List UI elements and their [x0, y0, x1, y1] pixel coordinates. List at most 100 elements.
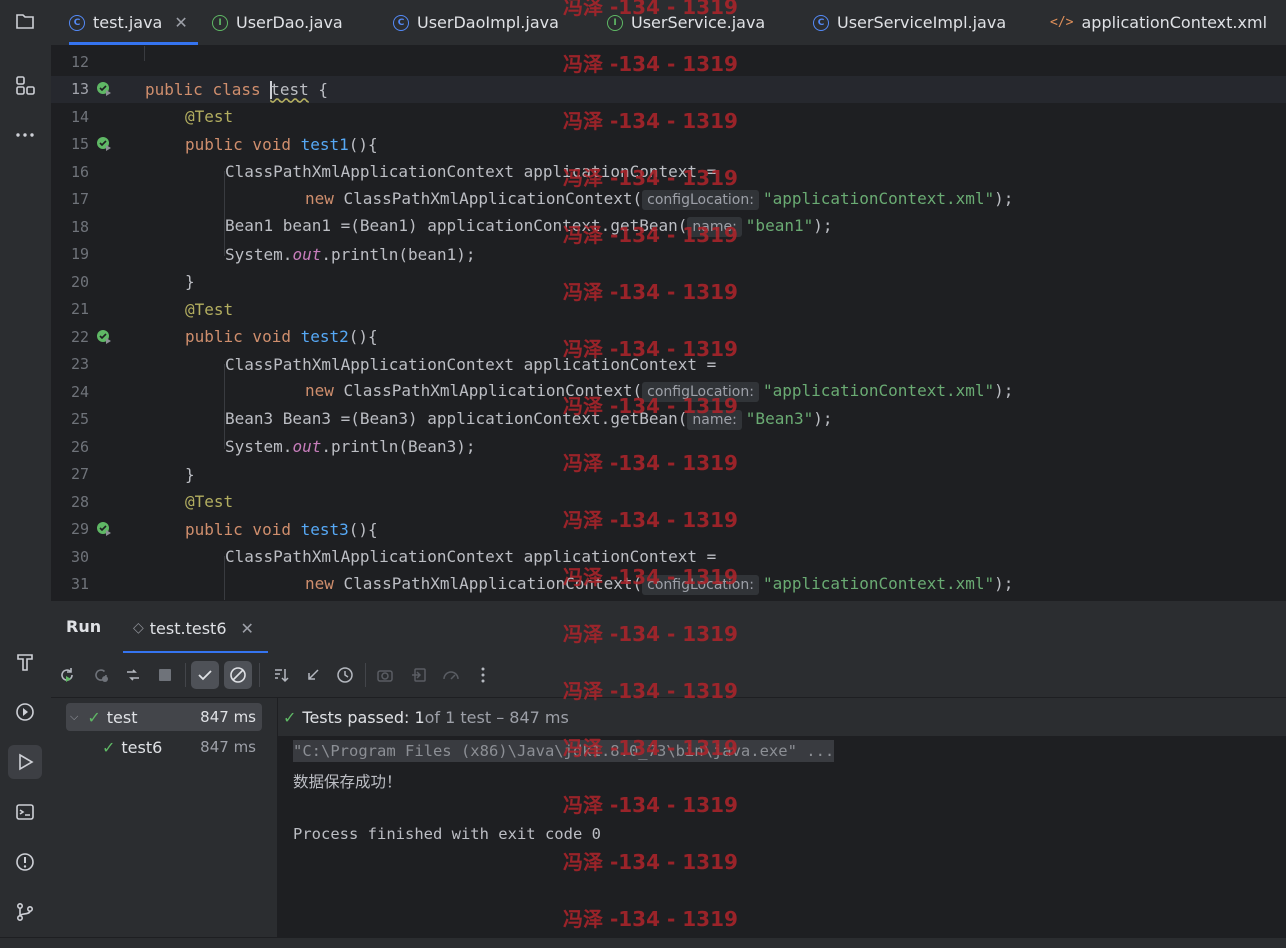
- close-icon[interactable]: ✕: [241, 619, 254, 638]
- field-name: out: [292, 437, 322, 457]
- line-number: 29: [70, 520, 89, 539]
- code-text: System.: [225, 244, 293, 264]
- parameter-hint: configLocation:: [642, 574, 759, 595]
- show-passed-icon[interactable]: [191, 661, 219, 689]
- close-icon[interactable]: ✕: [174, 13, 187, 32]
- keyword: class: [212, 79, 261, 99]
- tab-label: UserService.java: [631, 13, 766, 32]
- toolbar-separator: [365, 663, 366, 687]
- run-tab[interactable]: ◇ test.test6 ✕: [133, 609, 254, 647]
- tree-item-label: test: [106, 707, 138, 727]
- test-history-icon[interactable]: [331, 661, 359, 689]
- test-results-tree: ⌵ ✓ test 847 ms ✓ test6 847 ms: [51, 698, 278, 938]
- class-icon: C: [393, 14, 409, 31]
- line-number: 12: [70, 52, 89, 71]
- camera-icon[interactable]: [371, 661, 399, 689]
- editor-tab-bar: C test.java ✕ I UserDao.java C UserDaoIm…: [51, 0, 1286, 46]
- tab-test-java[interactable]: C test.java ✕: [69, 0, 198, 45]
- code-text: }: [185, 272, 195, 292]
- code-text: (){: [348, 519, 378, 539]
- code-line: 25 Bean3 Bean3 =(Bean3) applicationConte…: [51, 406, 1286, 434]
- chevron-down-icon[interactable]: ⌵: [70, 710, 78, 724]
- console-output[interactable]: ✓ Tests passed: 1 of 1 test – 847 ms "C:…: [278, 698, 1286, 938]
- tab-userserviceimpl-java[interactable]: C UserServiceImpl.java: [813, 0, 1006, 45]
- collapse-all-icon[interactable]: [299, 661, 327, 689]
- run-icon[interactable]: [8, 745, 42, 779]
- test-duration: 847 ms: [200, 708, 256, 726]
- code-line: 31 new ClassPathXmlApplicationContext(co…: [51, 571, 1286, 599]
- code-line: 13 public class test {: [51, 75, 1286, 103]
- interface-icon: I: [212, 14, 228, 31]
- parameter-hint: name:: [687, 409, 742, 430]
- string-literal: "applicationContext.xml": [762, 188, 995, 208]
- run-test-gutter-icon[interactable]: [96, 136, 112, 152]
- code-text: ClassPathXmlApplicationContext applicati…: [225, 162, 717, 182]
- code-text: ClassPathXmlApplicationContext applicati…: [225, 354, 717, 374]
- problems-icon[interactable]: [8, 845, 42, 879]
- code-text: );: [994, 188, 1014, 208]
- tab-userdaoimpl-java[interactable]: C UserDaoImpl.java: [393, 0, 559, 45]
- rerun-failed-icon[interactable]: [87, 661, 115, 689]
- run-test-gutter-icon[interactable]: [96, 521, 112, 537]
- line-number: 25: [70, 410, 89, 429]
- project-icon[interactable]: [8, 4, 42, 38]
- rerun-icon[interactable]: [53, 661, 81, 689]
- tab-applicationcontext-xml[interactable]: </> applicationContext.xml: [1050, 0, 1267, 45]
- code-line: 20 }: [51, 268, 1286, 296]
- xml-icon: </>: [1050, 15, 1074, 30]
- tab-label: UserServiceImpl.java: [837, 13, 1007, 32]
- line-number: 19: [70, 245, 89, 264]
- services-icon[interactable]: [8, 695, 42, 729]
- code-text: (){: [348, 134, 378, 154]
- coverage-icon[interactable]: [437, 661, 465, 689]
- test-duration: 847 ms: [200, 738, 256, 756]
- code-line: 27 }: [51, 461, 1286, 489]
- run-panel: Run ◇ test.test6 ✕ ⌵ ✓ test 847 ms ✓ tes…: [51, 600, 1286, 938]
- tests-summary: of 1 test – 847 ms: [424, 707, 569, 727]
- code-line: 28 @Test: [51, 488, 1286, 516]
- class-icon: C: [69, 14, 85, 31]
- git-icon[interactable]: [8, 895, 42, 929]
- more-tools-icon[interactable]: [8, 118, 42, 152]
- code-line: 29 public void test3(){: [51, 516, 1286, 544]
- java-command-line[interactable]: "C:\Program Files (x86)\Java\jdk1.8.0_73…: [293, 740, 835, 762]
- line-number: 17: [70, 190, 89, 209]
- code-line: 22 public void test2(){: [51, 323, 1286, 351]
- code-line: 16 ClassPathXmlApplicationContext applic…: [51, 158, 1286, 186]
- method-name: test1: [300, 134, 349, 154]
- toggle-auto-test-icon[interactable]: [119, 661, 147, 689]
- line-number: 13: [70, 80, 89, 99]
- tree-item-test[interactable]: ⌵ ✓ test 847 ms: [66, 703, 262, 731]
- structure-icon[interactable]: [8, 68, 42, 102]
- build-icon[interactable]: [8, 645, 42, 679]
- code-text: Bean3 Bean3 =(Bean3) applicationContext.…: [225, 408, 688, 428]
- parameter-hint: configLocation:: [642, 382, 759, 403]
- toolbar-separator: [259, 663, 260, 687]
- run-test-gutter-icon[interactable]: [96, 81, 112, 97]
- annotation: @Test: [185, 107, 234, 127]
- code-line: 23 ClassPathXmlApplicationContext applic…: [51, 351, 1286, 379]
- line-number: 28: [70, 492, 89, 511]
- string-literal: "applicationContext.xml": [762, 381, 995, 401]
- code-editor[interactable]: 12 13 public class test { 14 @Test 15 pu…: [51, 46, 1286, 600]
- terminal-icon[interactable]: [8, 795, 42, 829]
- run-test-gutter-icon[interactable]: [96, 329, 112, 345]
- run-tab-label: test.test6: [149, 618, 227, 638]
- tab-userdao-java[interactable]: I UserDao.java: [212, 0, 343, 45]
- tree-item-test6[interactable]: ✓ test6 847 ms: [66, 733, 262, 761]
- code-text: .println(bean1);: [321, 244, 476, 264]
- passed-check-icon: ✓: [102, 737, 116, 757]
- line-number: 24: [70, 382, 89, 401]
- sort-icon[interactable]: [267, 661, 295, 689]
- console-line: 数据保存成功！: [293, 773, 402, 791]
- passed-check-icon: ✓: [87, 707, 101, 727]
- show-ignored-icon[interactable]: [224, 661, 252, 689]
- line-number: 16: [70, 162, 89, 181]
- tab-userservice-java[interactable]: I UserService.java: [607, 0, 765, 45]
- import-tests-icon[interactable]: [405, 661, 433, 689]
- stop-icon[interactable]: [151, 661, 179, 689]
- code-line: 19 System.out.println(bean1);: [51, 241, 1286, 269]
- parameter-hint: configLocation:: [642, 189, 759, 210]
- line-number: 23: [70, 355, 89, 374]
- more-options-icon[interactable]: [469, 661, 497, 689]
